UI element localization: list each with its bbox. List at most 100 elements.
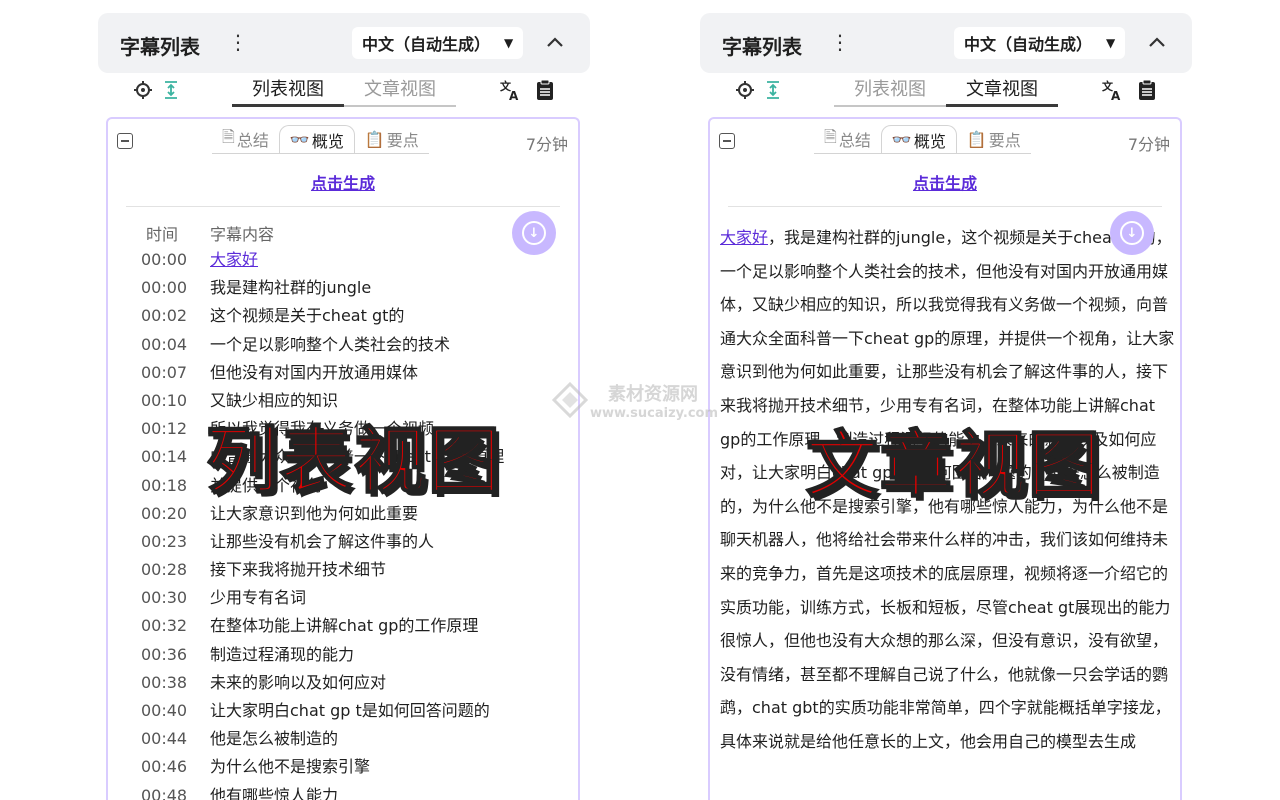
- subtitle-text: 这个视频是关于cheat gt的: [210, 306, 405, 326]
- panel-header: 字幕列表 ⋮ 中文（自动生成） ▼: [98, 13, 590, 73]
- subtitle-time[interactable]: 00:04: [141, 334, 187, 356]
- watermark-url: www.sucaizy.com: [590, 406, 719, 421]
- subtitle-time[interactable]: 00:10: [141, 390, 187, 412]
- subtitle-row[interactable]: 00:44 他是怎么被制造的: [108, 728, 578, 756]
- language-label: 中文（自动生成）: [964, 35, 1093, 54]
- subtitle-text: 让那些没有机会了解这件事的人: [210, 531, 435, 551]
- collapse-minus-icon[interactable]: [719, 133, 735, 149]
- overlay-caption-list-view: 列表视图: [205, 418, 503, 504]
- list-points-icon: 📋: [364, 129, 385, 149]
- subtab-summary[interactable]: 🗎 总结: [212, 125, 279, 153]
- subtitle-time[interactable]: 00:12: [141, 418, 187, 440]
- subtitle-text: 他是怎么被制造的: [210, 729, 339, 749]
- translate-icon[interactable]: 文A: [1102, 79, 1124, 101]
- subtab-points[interactable]: 📋 要点: [957, 125, 1031, 153]
- subtitle-time[interactable]: 00:00: [141, 277, 187, 299]
- subtitle-row[interactable]: 00:40 让大家明白chat gp t是如何回答问题的: [108, 700, 578, 728]
- subtitle-text: 我是建构社群的jungle: [210, 278, 372, 298]
- locate-icon[interactable]: [132, 79, 154, 101]
- subtitle-time[interactable]: 00:28: [141, 559, 187, 581]
- tab-article-view[interactable]: 文章视图: [344, 77, 456, 107]
- article-first-sentence[interactable]: 大家好: [720, 228, 768, 247]
- binoculars-icon: 👓: [289, 130, 310, 149]
- svg-text:A: A: [1111, 89, 1121, 101]
- subtitle-time[interactable]: 00:02: [141, 305, 187, 327]
- subtitle-time[interactable]: 00:40: [141, 700, 187, 722]
- chevron-down-icon: ▼: [1106, 36, 1116, 50]
- subtitle-row[interactable]: 00:32 在整体功能上讲解chat gp的工作原理: [108, 615, 578, 643]
- summary-tabs: 🗎 总结 👓 概览 📋 要点: [814, 125, 1031, 154]
- subtitle-row[interactable]: 00:46 为什么他不是搜索引擎: [108, 756, 578, 784]
- subtitle-row[interactable]: 00:04 一个足以影响整个人类社会的技术: [108, 334, 578, 362]
- subtitle-time[interactable]: 00:36: [141, 644, 187, 666]
- subtitle-row[interactable]: 00:38 未来的影响以及如何应对: [108, 672, 578, 700]
- duration-label: 7分钟: [1127, 135, 1170, 154]
- subtitle-text: 但他没有对国内开放通用媒体: [210, 362, 419, 382]
- panel-title: 字幕列表: [120, 35, 200, 59]
- more-vertical-icon[interactable]: ⋮: [830, 31, 850, 55]
- subtab-points[interactable]: 📋 要点: [355, 125, 429, 153]
- subtitle-time[interactable]: 00:30: [141, 587, 187, 609]
- clipboard-icon[interactable]: [1136, 79, 1158, 101]
- subtitle-row[interactable]: 00:00 大家好: [108, 249, 578, 277]
- language-select[interactable]: 中文（自动生成） ▼: [954, 27, 1126, 59]
- subtitle-text: 接下来我将抛开技术细节: [210, 560, 387, 580]
- subtitle-row[interactable]: 00:30 少用专有名词: [108, 587, 578, 615]
- subtab-summary[interactable]: 🗎 总结: [814, 125, 881, 153]
- subtitle-time[interactable]: 00:07: [141, 362, 187, 384]
- subtab-overview[interactable]: 👓 概览: [278, 125, 355, 153]
- chevron-up-icon[interactable]: [1144, 29, 1170, 55]
- download-button[interactable]: ↓: [1110, 211, 1154, 255]
- subtitle-time[interactable]: 00:23: [141, 531, 187, 553]
- subtitle-time[interactable]: 00:38: [141, 672, 187, 694]
- chevron-up-icon[interactable]: [542, 29, 568, 55]
- subtitle-time[interactable]: 00:32: [141, 615, 187, 637]
- subtab-points-label: 要点: [988, 131, 1021, 150]
- clipboard-icon[interactable]: [534, 79, 556, 101]
- column-content: 字幕内容: [210, 225, 275, 244]
- subtab-overview[interactable]: 👓 概览: [880, 125, 957, 153]
- duration-label: 7分钟: [525, 135, 568, 154]
- chevron-down-icon: ▼: [504, 36, 514, 50]
- subtitle-text: 制造过程涌现的能力: [210, 644, 355, 664]
- subtitle-time[interactable]: 00:20: [141, 503, 187, 525]
- more-vertical-icon[interactable]: ⋮: [228, 31, 248, 55]
- scroll-align-icon[interactable]: [762, 79, 784, 101]
- language-select[interactable]: 中文（自动生成） ▼: [352, 27, 524, 59]
- subtitle-text: 一个足以影响整个人类社会的技术: [210, 334, 451, 354]
- tab-list-view[interactable]: 列表视图: [834, 77, 946, 107]
- generate-link[interactable]: 点击生成: [108, 170, 578, 194]
- language-label: 中文（自动生成）: [362, 35, 491, 54]
- divider: [126, 206, 560, 207]
- subtitle-time[interactable]: 00:18: [141, 475, 187, 497]
- subtitle-row[interactable]: 00:02 这个视频是关于cheat gt的: [108, 305, 578, 333]
- watermark-logo-icon: [552, 382, 588, 418]
- subtitle-rows: 00:00 大家好 00:00 我是建构社群的jungle 00:02 这个视频是关于ch…: [108, 249, 578, 800]
- tab-list-view[interactable]: 列表视图: [232, 77, 344, 107]
- subtitle-time[interactable]: 00:48: [141, 785, 187, 800]
- subtitle-time[interactable]: 00:46: [141, 756, 187, 778]
- generate-link[interactable]: 点击生成: [710, 170, 1180, 194]
- subtitle-row[interactable]: 00:28 接下来我将抛开技术细节: [108, 559, 578, 587]
- scroll-align-icon[interactable]: [160, 79, 182, 101]
- subtitle-time[interactable]: 00:00: [141, 249, 187, 271]
- list-header: 时间 字幕内容: [108, 221, 578, 245]
- subtitle-time[interactable]: 00:14: [141, 446, 187, 468]
- tab-article-view[interactable]: 文章视图: [946, 77, 1058, 107]
- watermark: 素材资源网 www.sucaizy.com: [552, 376, 732, 426]
- subtitle-row[interactable]: 00:36 制造过程涌现的能力: [108, 644, 578, 672]
- subtitle-row[interactable]: 00:00 我是建构社群的jungle: [108, 277, 578, 305]
- locate-icon[interactable]: [734, 79, 756, 101]
- subtitle-text: 为什么他不是搜索引擎: [210, 757, 371, 777]
- subtitle-row[interactable]: 00:07 但他没有对国内开放通用媒体: [108, 362, 578, 390]
- subtitle-row[interactable]: 00:23 让那些没有机会了解这件事的人: [108, 531, 578, 559]
- subtitle-text: 在整体功能上讲解chat gp的工作原理: [210, 616, 479, 636]
- subtitle-time[interactable]: 00:44: [141, 728, 187, 750]
- list-points-icon: 📋: [966, 129, 987, 149]
- subtab-summary-label: 总结: [236, 131, 269, 150]
- document-icon: 🗎: [222, 126, 235, 146]
- subtitle-row[interactable]: 00:48 他有哪些惊人能力: [108, 785, 578, 800]
- subtab-summary-label: 总结: [838, 131, 871, 150]
- translate-icon[interactable]: 文A: [500, 79, 522, 101]
- collapse-minus-icon[interactable]: [117, 133, 133, 149]
